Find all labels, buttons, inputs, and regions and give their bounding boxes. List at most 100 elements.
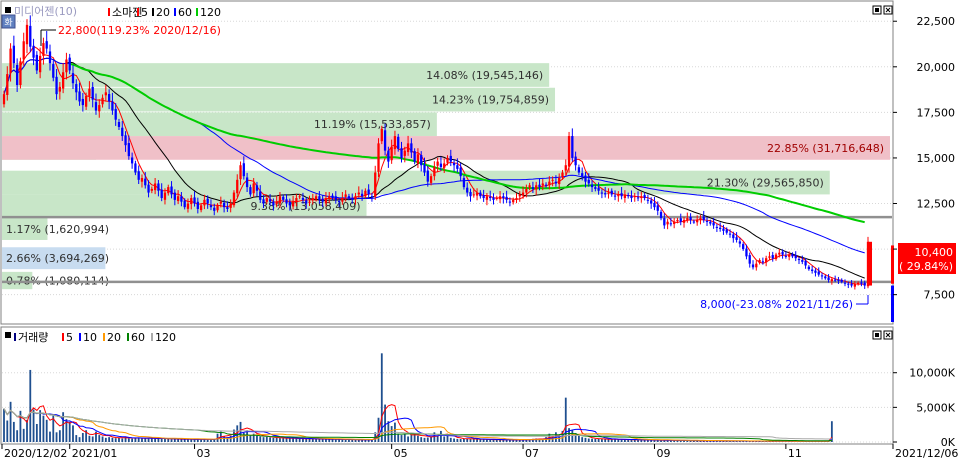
candle-body xyxy=(140,177,144,182)
candle-body xyxy=(364,190,367,197)
candle-body xyxy=(847,283,850,285)
volume-bar xyxy=(295,438,298,442)
volume-bar xyxy=(236,425,239,442)
volume-bar xyxy=(141,438,143,442)
candle-body xyxy=(446,157,449,163)
candle-body xyxy=(515,198,518,200)
candle-body xyxy=(68,57,71,71)
candle-body xyxy=(863,282,866,286)
candle-body xyxy=(860,282,863,284)
volume-bar xyxy=(265,436,268,442)
candle-body xyxy=(196,201,199,209)
volume-bar xyxy=(26,419,28,442)
candle-body xyxy=(571,136,574,158)
volume-bar xyxy=(272,437,275,442)
volume-bar xyxy=(430,437,432,442)
volume-bar xyxy=(68,421,71,442)
candle-body xyxy=(771,255,774,259)
candle-body xyxy=(466,187,469,193)
volume-legend-swatch xyxy=(103,333,105,341)
candle-body xyxy=(206,198,209,204)
candle-body xyxy=(52,64,55,78)
volume-bar xyxy=(131,438,134,442)
candle-body xyxy=(360,193,364,197)
candle-body xyxy=(636,197,640,199)
candle-body xyxy=(259,191,262,200)
candle-body xyxy=(475,192,479,196)
volume-bar xyxy=(55,432,58,442)
candle-body xyxy=(288,201,291,206)
candle-body xyxy=(765,258,768,263)
volume-bar xyxy=(98,435,101,442)
volume-bar xyxy=(318,439,321,442)
candle-body xyxy=(111,101,114,111)
candle-body xyxy=(331,195,334,199)
volume-bar xyxy=(308,438,311,442)
candle-body xyxy=(35,54,39,71)
volume-bar xyxy=(305,438,308,442)
candle-body xyxy=(709,221,712,224)
candle-body xyxy=(791,254,794,257)
candle-body xyxy=(817,271,820,275)
candle-body xyxy=(479,192,482,197)
volume-bar xyxy=(42,415,45,442)
volume-bar xyxy=(12,421,15,442)
candle-body xyxy=(337,201,341,203)
candle-body xyxy=(630,195,633,199)
candle-body xyxy=(495,198,498,200)
candle-body xyxy=(538,184,541,188)
volume-bar xyxy=(288,438,291,442)
legend-label: 20 xyxy=(156,6,170,19)
candle-body xyxy=(554,181,558,184)
candle-body xyxy=(489,196,492,199)
volume-bar xyxy=(407,436,409,442)
volume-profile-label: 1.17% (1,620,994) xyxy=(6,223,109,236)
candle-body xyxy=(416,154,420,164)
candle-body xyxy=(801,260,804,262)
legend-swatch xyxy=(108,8,110,16)
candle-body xyxy=(203,199,206,206)
legend-swatch xyxy=(137,8,139,16)
candle-body xyxy=(130,157,134,164)
last-candle-body xyxy=(868,241,872,286)
candle-body xyxy=(413,151,416,162)
x-axis: 2020/12/02 2021/01 03 05 07 09 11 2021/12/06 xyxy=(1,444,958,460)
candle-body xyxy=(81,98,84,106)
low-annotation-text: 8,000(-23.08% 2021/11/26) xyxy=(700,298,853,311)
candle-body xyxy=(75,84,78,93)
candle-body xyxy=(236,179,239,194)
volume-bar xyxy=(476,439,478,442)
candle-body xyxy=(541,183,544,186)
volume-bar xyxy=(292,438,294,442)
candle-body xyxy=(150,188,153,191)
candle-body xyxy=(354,196,357,200)
candle-body xyxy=(531,187,535,189)
candle-body xyxy=(837,279,840,281)
candle-body xyxy=(518,194,521,197)
candle-body xyxy=(620,193,623,197)
candle-body xyxy=(833,279,837,281)
candle-body xyxy=(715,226,719,228)
candle-body xyxy=(436,161,439,166)
volume-bar xyxy=(259,436,262,442)
candle-body xyxy=(213,207,216,211)
candle-body xyxy=(410,143,413,153)
candle-body xyxy=(705,220,709,222)
candle-body xyxy=(692,221,696,223)
candle-body xyxy=(157,183,160,191)
volume-bar xyxy=(614,439,616,442)
candle-body xyxy=(88,88,91,96)
stock-chart: 14.08% (19,545,146)14.23% (19,754,859)11… xyxy=(0,0,958,460)
candle-body xyxy=(209,205,213,208)
candle-body xyxy=(439,163,443,168)
candle-body xyxy=(58,86,61,92)
candle-body xyxy=(607,192,610,194)
candle-body xyxy=(245,177,249,188)
candle-body xyxy=(656,205,659,211)
candle-body xyxy=(255,185,259,191)
candle-body xyxy=(12,45,16,64)
candle-body xyxy=(65,59,68,73)
candle-body xyxy=(627,194,630,197)
volume-bar xyxy=(39,410,42,442)
candle-body xyxy=(508,201,512,203)
